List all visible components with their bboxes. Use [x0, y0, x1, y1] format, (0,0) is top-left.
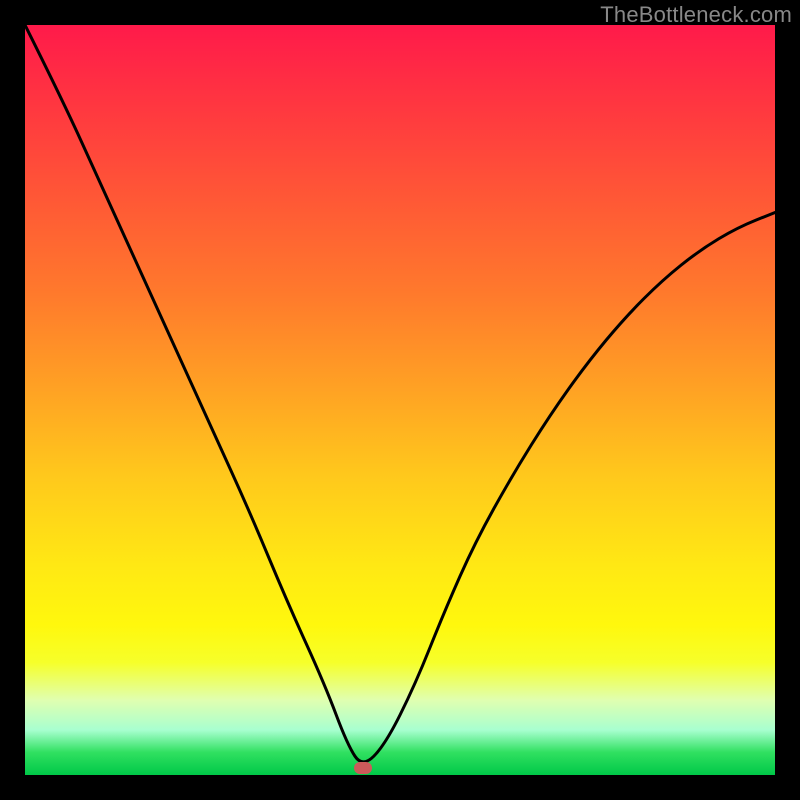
chart-frame: TheBottleneck.com	[0, 0, 800, 800]
watermark-text: TheBottleneck.com	[600, 2, 792, 28]
curve-svg	[25, 25, 775, 775]
minimum-marker	[354, 762, 372, 774]
bottleneck-curve	[25, 25, 775, 762]
plot-area	[25, 25, 775, 775]
